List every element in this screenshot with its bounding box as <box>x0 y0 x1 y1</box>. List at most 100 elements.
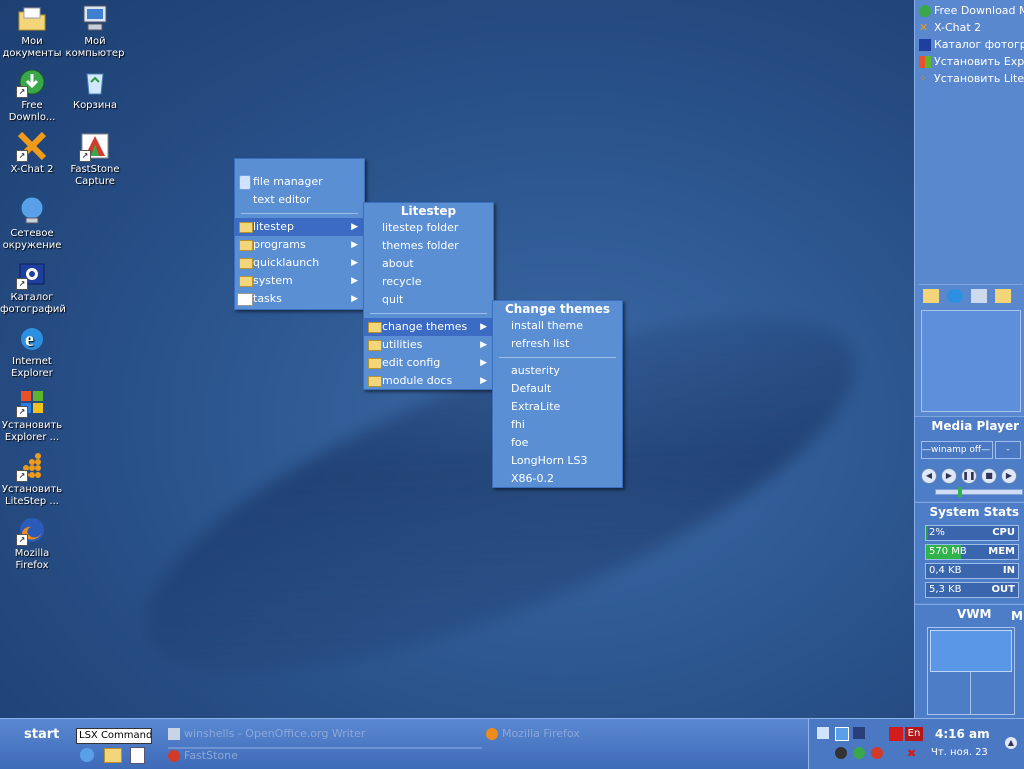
computer-small-icon[interactable] <box>971 289 987 303</box>
menu-item-about[interactable]: about <box>364 255 493 273</box>
folder-icon <box>368 340 382 351</box>
desktop-icon-photo-catalog[interactable]: ↗ Каталог фотографий <box>0 258 66 316</box>
tray-window-icon[interactable] <box>835 727 849 741</box>
menu-item-file-manager[interactable]: file manager <box>235 173 364 191</box>
launch-item-photo-catalog[interactable]: Каталог фотогра <box>919 38 1024 55</box>
menu-item-theme[interactable]: ExtraLite <box>493 398 622 416</box>
submenu-arrow-icon: ▶ <box>351 276 358 286</box>
tray-clock-icon[interactable] <box>835 747 847 759</box>
notepad-icon[interactable] <box>130 747 145 764</box>
launch-item-install-explorer[interactable]: Установить Explo <box>919 55 1024 72</box>
launch-item-install-litestep[interactable]: ⁘ Установить LiteS <box>919 72 1024 89</box>
menu-item-system[interactable]: system ▶ <box>235 272 364 290</box>
tray-acrobat-icon[interactable] <box>889 727 903 741</box>
menu-item-edit-config[interactable]: edit config ▶ <box>364 354 493 372</box>
documents-small-icon[interactable] <box>995 289 1011 303</box>
desktop-icon-xchat[interactable]: ↗ X-Chat 2 <box>0 130 64 176</box>
play-button[interactable]: ▶ <box>941 468 957 484</box>
desktop-icon-faststone[interactable]: ↗ FastStone Capture <box>63 130 127 188</box>
menu-item-quit[interactable]: quit <box>364 291 493 309</box>
track-extra: - <box>995 441 1021 459</box>
menu-item-install-theme[interactable]: install theme <box>493 317 622 335</box>
start-button[interactable]: start <box>24 727 59 742</box>
desktop-icon-label: Mozilla Firefox <box>14 548 50 571</box>
desktop-icon-my-documents[interactable]: Мои документы <box>0 2 64 60</box>
menu-item-theme[interactable]: fhi <box>493 416 622 434</box>
language-indicator[interactable]: En <box>905 727 923 741</box>
seek-knob[interactable] <box>958 487 962 497</box>
tray-network-icon[interactable] <box>817 727 829 739</box>
menu-item-utilities[interactable]: utilities ▶ <box>364 336 493 354</box>
desktop-icon-install-litestep[interactable]: ↗ Установить LiteStep ... <box>0 450 64 508</box>
vwm-desktop-grid <box>927 627 1015 715</box>
folder-up-icon[interactable] <box>923 289 939 303</box>
next-button[interactable]: ▶ <box>1001 468 1017 484</box>
tray-warning-icon[interactable]: ✖ <box>907 747 916 760</box>
task-button-writer[interactable]: winshells - OpenOffice.org Writer <box>168 727 482 743</box>
menu-item-text-editor[interactable]: text editor <box>235 191 364 209</box>
menu-item-quicklaunch[interactable]: quicklaunch ▶ <box>235 254 364 272</box>
submenu-arrow-icon: ▶ <box>351 258 358 268</box>
menu-item-theme[interactable]: foe <box>493 434 622 452</box>
vwm-desktop-1[interactable] <box>930 630 1012 672</box>
desktop-icon-network[interactable]: Сетевое окружение <box>0 194 64 252</box>
firefox-icon: ↗ <box>16 514 48 546</box>
menu-item-programs[interactable]: programs ▶ <box>235 236 364 254</box>
desktop-icon-recycle-bin[interactable]: Корзина <box>63 66 127 112</box>
menu-item-theme[interactable]: X86-0.2 <box>493 470 622 488</box>
submenu-arrow-icon: ▶ <box>480 376 487 386</box>
menu-item-litestep-folder[interactable]: litestep folder <box>364 219 493 237</box>
folder-icon <box>368 376 382 387</box>
menu-item-module-docs[interactable]: module docs ▶ <box>364 372 493 390</box>
menu-title: Litestep <box>400 204 457 218</box>
tray-toggle-icon[interactable]: ▲ <box>1005 737 1017 749</box>
ie-small-icon[interactable] <box>947 289 963 303</box>
launch-list: Free Download Ma ✕X-Chat 2 Каталог фотог… <box>919 4 1024 89</box>
task-button-faststone[interactable]: FastStone <box>168 747 482 765</box>
shortcut-arrow-icon: ↗ <box>79 150 91 162</box>
folder-icon <box>368 322 382 333</box>
tray-chat-icon[interactable] <box>853 747 865 759</box>
task-button-firefox[interactable]: Mozilla Firefox <box>486 727 786 743</box>
shortcut-arrow-icon: ↗ <box>16 150 28 162</box>
desktop-icon-free-download[interactable]: ↗ Free Downlo... <box>0 66 64 124</box>
launch-item-free-download[interactable]: Free Download Ma <box>919 4 1024 21</box>
lsx-command-input[interactable]: LSX Command <box>76 728 152 744</box>
desktop-icon-firefox[interactable]: ↗ Mozilla Firefox <box>0 514 64 572</box>
stat-fill <box>926 526 928 540</box>
menu-item-themes-folder[interactable]: themes folder <box>364 237 493 255</box>
menu-item-theme[interactable]: austerity <box>493 362 622 380</box>
launch-item-xchat[interactable]: ✕ X-Chat 2 <box>919 21 1024 38</box>
computer-icon <box>79 2 111 34</box>
vwm-extra-label: M <box>1011 609 1023 623</box>
tray-disk-icon[interactable] <box>853 727 865 739</box>
menu-separator <box>499 357 616 358</box>
menu-item-theme[interactable]: LongHorn LS3 <box>493 452 622 470</box>
menu-item-litestep[interactable]: litestep ▶ <box>235 218 364 236</box>
menu-item-recycle[interactable]: recycle <box>364 273 493 291</box>
desktop-icon-my-computer[interactable]: Мой компьютер <box>63 2 127 60</box>
faststone-icon <box>168 750 180 762</box>
pause-button[interactable]: ❚❚ <box>961 468 977 484</box>
tray-faststone-icon[interactable] <box>871 747 883 759</box>
clock-time[interactable]: 4:16 am <box>935 727 990 741</box>
vwm-desktop-3[interactable] <box>971 672 1014 714</box>
seek-slider[interactable] <box>935 487 1023 497</box>
menu-item-refresh-list[interactable]: refresh list <box>493 335 622 353</box>
desktop-icon-internet-explorer[interactable]: e Internet Explorer <box>0 322 64 380</box>
menu-item-theme[interactable]: Default <box>493 380 622 398</box>
folder-icon[interactable] <box>104 748 122 763</box>
stop-button[interactable]: ■ <box>981 468 997 484</box>
network-icon[interactable] <box>80 748 94 762</box>
preview-box <box>921 310 1021 412</box>
menu-item-change-themes[interactable]: change themes ▶ <box>364 318 493 336</box>
desktop-icon-label: Internet Explorer <box>11 356 53 379</box>
shortcut-arrow-icon: ↗ <box>16 406 28 418</box>
previous-button[interactable]: ◀ <box>921 468 937 484</box>
submenu-arrow-icon: ▶ <box>480 340 487 350</box>
desktop-icon-label: Free Downlo... <box>8 100 56 123</box>
vwm-desktop-2[interactable] <box>928 672 971 714</box>
menu-separator <box>370 313 487 314</box>
desktop-icon-install-explorer[interactable]: ↗ Установить Explorer ... <box>0 386 64 444</box>
menu-item-tasks[interactable]: tasks ▶ <box>235 290 364 308</box>
